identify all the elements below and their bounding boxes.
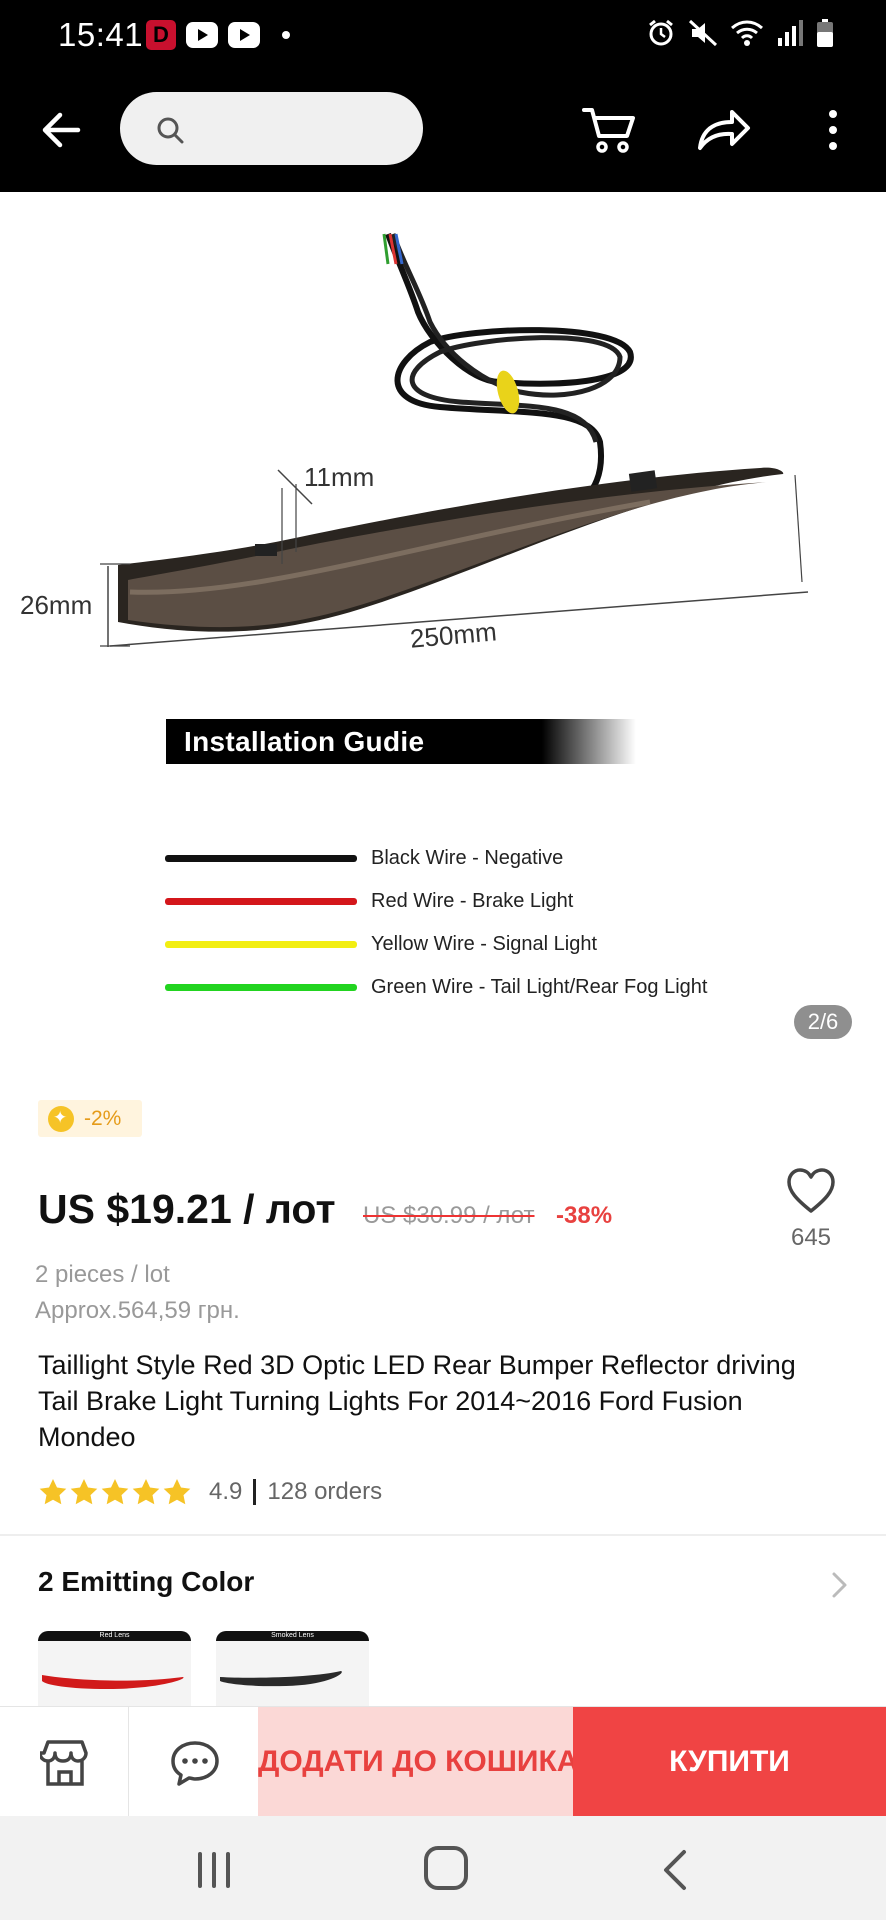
wire-row-red: Red Wire - Brake Light (165, 886, 573, 916)
depth-dimension-label: 11mm (304, 462, 375, 492)
app-d-icon: D (146, 20, 176, 50)
wire-label: Black Wire - Negative (371, 846, 564, 869)
wire-swatch (165, 983, 357, 991)
battery-icon (817, 19, 833, 47)
recent-apps-icon[interactable] (196, 1850, 232, 1890)
orders-count: 128 orders (267, 1478, 383, 1505)
divider (0, 1534, 886, 1536)
wire-label: Red Wire - Brake Light (371, 889, 574, 912)
add-to-cart-button[interactable]: ДОДАТИ ДО КОШИКА (258, 1707, 578, 1817)
wifi-icon (731, 20, 763, 46)
wire-swatch (165, 940, 357, 948)
heart-icon[interactable] (786, 1167, 836, 1215)
lot-info: 2 pieces / lot (35, 1261, 170, 1288)
status-bar: 15:41 D (0, 0, 886, 70)
wire-row-black: Black Wire - Negative (165, 843, 563, 873)
wire-swatch (165, 854, 357, 862)
coin-discount-badge[interactable]: -2% (38, 1100, 142, 1137)
buy-now-button[interactable]: КУПИТИ (573, 1707, 886, 1817)
search-input[interactable] (196, 110, 396, 146)
system-back-icon[interactable] (660, 1848, 690, 1892)
more-notifications-dot-icon (282, 31, 290, 39)
product-photo (100, 232, 809, 647)
rating-separator (253, 1479, 257, 1505)
chevron-right-icon[interactable] (828, 1570, 852, 1600)
signal-icon (778, 20, 803, 46)
approx-local-price: Approx.564,59 грн. (35, 1297, 240, 1324)
star-icon (70, 1479, 98, 1505)
discount-percent: -38% (556, 1202, 613, 1229)
product-image-gallery[interactable]: 11mm 26mm 250mm Installation Gudie Black… (0, 192, 886, 1072)
variant-header[interactable]: 2 Emitting Color (38, 1566, 254, 1598)
app-bar (0, 70, 886, 192)
system-navigation-bar (0, 1816, 886, 1920)
more-options-icon[interactable] (818, 100, 848, 160)
search-bar[interactable] (120, 92, 423, 165)
chat-button[interactable] (130, 1707, 258, 1817)
installation-guide-banner: Installation Gudie (166, 719, 636, 764)
variant-thumb-image (220, 1671, 342, 1687)
star-icon (132, 1479, 160, 1505)
store-icon (40, 1740, 88, 1786)
wire-label: Green Wire - Tail Light/Rear Fog Light (371, 975, 708, 998)
wire-row-yellow: Yellow Wire - Signal Light (165, 929, 597, 959)
chat-icon (171, 1741, 219, 1786)
star-icon (163, 1479, 191, 1505)
home-icon[interactable] (424, 1846, 468, 1890)
variant-thumb-label: Red Lens (38, 1631, 191, 1641)
alarm-icon (649, 19, 673, 46)
system-status-icons (646, 18, 834, 48)
image-counter: 2/6 (794, 1005, 852, 1039)
status-time: 15:41 (58, 16, 144, 53)
current-price: US $19.21 / лот (38, 1186, 336, 1232)
product-title: Taillight Style Red 3D Optic LED Rear Bu… (38, 1350, 796, 1452)
wire-swatch (165, 897, 357, 905)
variant-thumb-label: Smoked Lens (216, 1631, 369, 1641)
star-icon (39, 1479, 67, 1505)
coin-icon (48, 1105, 74, 1132)
wire-label: Yellow Wire - Signal Light (371, 932, 598, 955)
mute-icon (688, 19, 718, 47)
youtube-icon-2 (228, 22, 260, 48)
bottom-action-bar: ДОДАТИ ДО КОШИКА КУПИТИ (0, 1706, 886, 1817)
search-icon (157, 117, 184, 144)
cart-icon[interactable] (580, 100, 640, 160)
notification-icons: D (146, 20, 290, 50)
variant-option-smoked-lens[interactable]: Smoked Lens (216, 1631, 369, 1711)
height-dimension-label: 26mm (20, 590, 93, 620)
variant-thumb-image (42, 1675, 184, 1689)
variant-option-red-lens[interactable]: Red Lens (38, 1631, 191, 1711)
wishlist-count: 645 (790, 1224, 832, 1251)
original-price: US $30.99 / лот (363, 1202, 535, 1229)
store-button[interactable] (0, 1707, 129, 1817)
share-icon[interactable] (692, 100, 752, 160)
youtube-icon (186, 22, 218, 48)
wire-row-green: Green Wire - Tail Light/Rear Fog Light (165, 972, 707, 1002)
star-icon (101, 1479, 129, 1505)
rating-row[interactable]: 4.9 128 orders (38, 1474, 382, 1510)
coin-discount-text: -2% (84, 1106, 122, 1130)
back-arrow-icon[interactable] (36, 105, 86, 155)
rating-value: 4.9 (209, 1478, 243, 1505)
